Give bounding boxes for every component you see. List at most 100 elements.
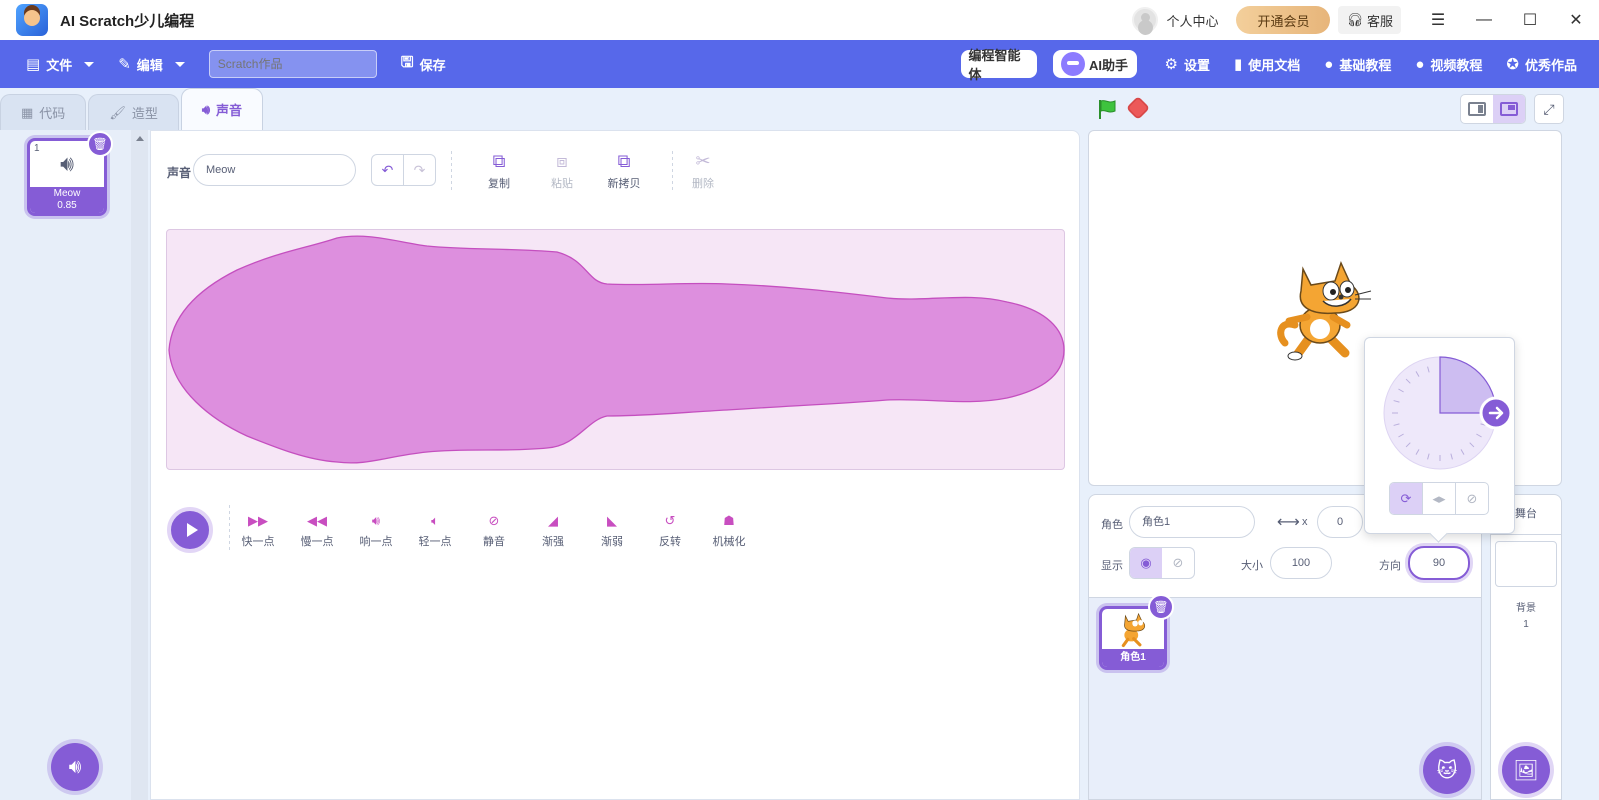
service-button[interactable]: 🎧︎ 客服 xyxy=(1338,6,1401,34)
waveform-area[interactable] xyxy=(166,229,1065,470)
edit-menu[interactable]: ✎ 编辑 xyxy=(106,40,197,88)
undo-icon: ↶ xyxy=(381,161,394,178)
rewind-icon: ◀◀ xyxy=(307,513,327,528)
paste-button[interactable]: ⧈ 粘贴 xyxy=(537,151,587,191)
video-tutorial-label: 视频教程 xyxy=(1430,57,1483,73)
reverse-icon: ↺ xyxy=(664,513,676,528)
undo-button[interactable]: ↶ xyxy=(372,155,403,185)
add-sound-icon: 🔊︎ xyxy=(68,755,82,778)
add-backdrop-icon: 🖼︎ xyxy=(1513,759,1539,782)
divider xyxy=(451,151,452,193)
small-stage-button[interactable] xyxy=(1461,95,1493,123)
effect-softer-button[interactable]: 🔈︎ 轻一点 xyxy=(410,513,460,549)
effect-robot-button[interactable]: ☗ 机械化 xyxy=(704,513,754,549)
direction-dial[interactable] xyxy=(1365,338,1516,478)
effect-slower-button[interactable]: ◀◀ 慢一点 xyxy=(292,513,342,549)
stage-controls: ⤢ xyxy=(1088,88,1599,128)
title-bar: AI Scratch少儿编程 个人中心 开通会员 🎧︎ 客服 ☰ — ☐ ✕ xyxy=(0,0,1599,40)
x-arrows-icon: ⟷ xyxy=(1277,514,1300,531)
hide-button[interactable]: ⊘ xyxy=(1162,548,1194,578)
project-title-input[interactable] xyxy=(208,50,377,78)
add-backdrop-button[interactable]: 🖼︎ xyxy=(1502,746,1550,794)
effect-fade-out-button[interactable]: ◣ 渐弱 xyxy=(587,513,637,549)
save-button[interactable]: 🖫︎ 保存 xyxy=(389,40,458,88)
waveform-shape xyxy=(168,235,1065,464)
effect-faster-button[interactable]: ▶▶ 快一点 xyxy=(233,513,283,549)
add-sprite-button[interactable]: 🐱︎ xyxy=(1423,746,1471,794)
x-input[interactable]: 0 xyxy=(1317,506,1363,538)
divider xyxy=(229,505,230,553)
sound-item-name: Meow xyxy=(53,188,81,199)
waveform xyxy=(168,235,1065,464)
sound-list-scrollbar[interactable] xyxy=(131,130,148,800)
docs-label: 使用文档 xyxy=(1248,57,1301,73)
user-center-link[interactable]: 个人中心 xyxy=(1166,11,1218,30)
ai-assistant-button[interactable]: AI助手 xyxy=(1052,50,1137,78)
sound-name-input[interactable]: Meow xyxy=(193,154,356,186)
tab-code[interactable]: ▦ 代码 xyxy=(0,94,87,130)
delete-sound-button[interactable]: 🗑︎ xyxy=(87,131,113,157)
maximize-icon[interactable]: ☐ xyxy=(1507,0,1553,40)
sound-list xyxy=(0,130,148,800)
app-title: AI Scratch少儿编程 xyxy=(60,12,195,30)
video-tutorial-button[interactable]: ● 视频教程 xyxy=(1403,40,1494,88)
sprite-name-input[interactable]: 角色1 xyxy=(1129,506,1255,538)
stage-layout-toggle xyxy=(1460,94,1526,124)
left-right-button[interactable]: ◂▸ xyxy=(1423,483,1456,514)
effect-robot-label: 机械化 xyxy=(712,536,746,548)
minimize-icon[interactable]: — xyxy=(1461,0,1507,40)
green-flag-icon[interactable] xyxy=(1096,98,1118,120)
effect-faster-label: 快一点 xyxy=(241,536,275,548)
copy-label: 复制 xyxy=(488,178,510,190)
featured-works-button[interactable]: ✪ 优秀作品 xyxy=(1494,40,1589,88)
delete-button[interactable]: ✂ 删除 xyxy=(678,151,728,191)
menu-icon[interactable]: ☰ xyxy=(1415,0,1461,40)
avatar[interactable] xyxy=(1132,7,1159,33)
copy-button[interactable]: ⧉ 复制 xyxy=(474,151,524,191)
trash-icon: 🗑︎ xyxy=(1153,600,1169,614)
editor-tabs: ▦ 代码 🖌︎ 造型 🔊︎ 声音 xyxy=(0,88,265,130)
stage-thumbnail[interactable] xyxy=(1495,541,1557,587)
copy-icon: ⧉ xyxy=(492,151,506,171)
cat-sprite[interactable] xyxy=(1275,255,1375,365)
fullscreen-button[interactable]: ⤢ xyxy=(1534,94,1564,124)
scroll-up-icon[interactable] xyxy=(136,136,144,141)
stop-icon[interactable] xyxy=(1125,95,1151,121)
delete-sprite-button[interactable]: 🗑︎ xyxy=(1148,594,1174,620)
basic-tutorial-label: 基础教程 xyxy=(1339,57,1392,73)
fade-out-icon: ◣ xyxy=(607,513,617,528)
basic-tutorial-button[interactable]: ● 基础教程 xyxy=(1312,40,1403,88)
show-label: 显示 xyxy=(1101,560,1123,572)
size-input[interactable]: 100 xyxy=(1270,547,1332,579)
vip-button[interactable]: 开通会员 xyxy=(1236,6,1331,34)
add-sprite-icon: 🐱︎ xyxy=(1436,759,1458,782)
undo-redo-group: ↶ ↷ xyxy=(371,154,436,186)
effect-louder-button[interactable]: 🔊︎ 响一点 xyxy=(351,513,401,549)
save-label: 保存 xyxy=(419,57,446,73)
file-menu[interactable]: ▤ 文件 xyxy=(14,40,106,88)
normal-stage-button[interactable] xyxy=(1493,95,1525,123)
settings-button[interactable]: ⚙ 设置 xyxy=(1153,40,1222,88)
copy-to-new-button[interactable]: ⧉ 新拷贝 xyxy=(599,151,649,191)
show-button[interactable]: ◉ xyxy=(1130,548,1162,578)
dont-rotate-button[interactable]: ⊘ xyxy=(1456,483,1488,514)
redo-button[interactable]: ↷ xyxy=(403,155,435,185)
tab-costumes[interactable]: 🖌︎ 造型 xyxy=(88,94,179,130)
lightbulb-icon: ● xyxy=(1324,55,1334,73)
size-label: 大小 xyxy=(1241,560,1263,572)
effect-mute-button[interactable]: ⊘ 静音 xyxy=(469,513,519,549)
close-icon[interactable]: ✕ xyxy=(1553,0,1599,40)
normal-stage-icon xyxy=(1500,102,1518,116)
rotate-all-around-button[interactable]: ⟳ xyxy=(1390,483,1423,514)
effect-reverse-button[interactable]: ↺ 反转 xyxy=(645,513,695,549)
smart-agent-button[interactable]: 编程智能体 xyxy=(960,48,1037,82)
docs-button[interactable]: ▮ 使用文档 xyxy=(1222,40,1312,88)
play-sound-button[interactable] xyxy=(167,507,213,553)
direction-handle[interactable] xyxy=(1479,396,1513,430)
tab-sounds[interactable]: 🔊︎ 声音 xyxy=(180,88,264,130)
flip-horizontal-icon: ◂▸ xyxy=(1432,490,1446,506)
effect-reverse-label: 反转 xyxy=(659,536,681,548)
direction-input[interactable]: 90 xyxy=(1408,546,1470,580)
add-sound-button[interactable]: 🔊︎ xyxy=(51,743,99,791)
effect-fade-in-button[interactable]: ◢ 渐强 xyxy=(528,513,578,549)
